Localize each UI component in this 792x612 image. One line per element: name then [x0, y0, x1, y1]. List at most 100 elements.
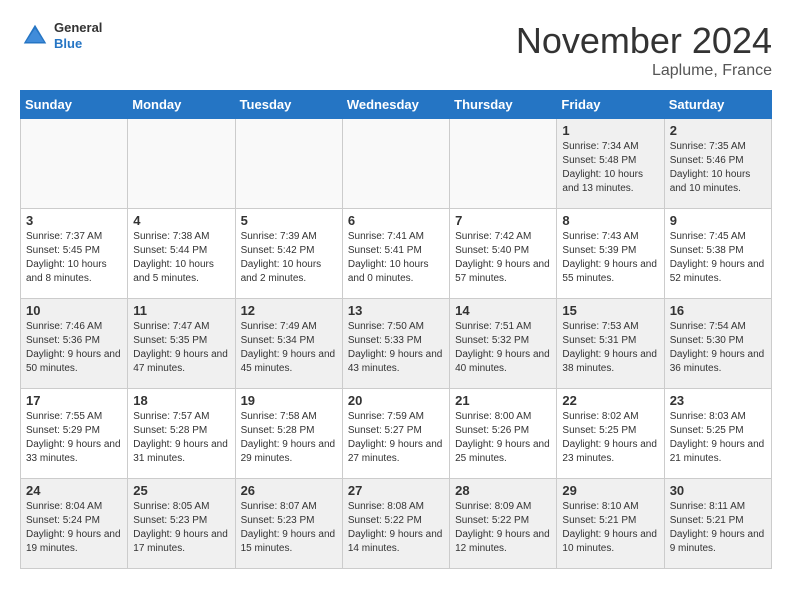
week-row-3: 10 Sunrise: 7:46 AMSunset: 5:36 PMDayligh…	[21, 299, 772, 389]
day-number: 10	[26, 303, 122, 318]
day-info: Sunrise: 8:03 AMSunset: 5:25 PMDaylight:…	[670, 410, 766, 466]
day-info: Sunrise: 7:51 AMSunset: 5:32 PMDaylight:…	[455, 320, 551, 376]
calendar-table: SundayMondayTuesdayWednesdayThursdayFrid…	[20, 90, 772, 569]
logo-blue: Blue	[54, 36, 102, 52]
col-header-saturday: Saturday	[664, 91, 771, 119]
calendar-cell: 18Sunrise: 7:57 AMSunset: 5:28 PMDayligh…	[128, 389, 235, 479]
day-info: Sunrise: 7:46 AMSunset: 5:36 PMDaylight:…	[26, 320, 122, 376]
week-row-4: 17Sunrise: 7:55 AMSunset: 5:29 PMDayligh…	[21, 389, 772, 479]
day-number: 3	[26, 213, 122, 228]
day-number: 7	[455, 213, 551, 228]
week-row-1: 1Sunrise: 7:34 AMSunset: 5:48 PMDaylight…	[21, 119, 772, 209]
calendar-cell	[342, 119, 449, 209]
calendar-cell: 5 Sunrise: 7:39 AMSunset: 5:42 PMDaylight…	[235, 209, 342, 299]
calendar-cell	[21, 119, 128, 209]
day-number: 25	[133, 483, 229, 498]
day-number: 5	[241, 213, 337, 228]
day-number: 21	[455, 393, 551, 408]
col-header-wednesday: Wednesday	[342, 91, 449, 119]
day-number: 9	[670, 213, 766, 228]
day-info: Sunrise: 8:05 AMSunset: 5:23 PMDaylight:…	[133, 500, 229, 556]
logo-icon	[20, 21, 50, 51]
calendar-cell: 12Sunrise: 7:49 AMSunset: 5:34 PMDayligh…	[235, 299, 342, 389]
calendar-cell: 25 Sunrise: 8:05 AMSunset: 5:23 PMDayligh…	[128, 479, 235, 569]
calendar-cell: 11 Sunrise: 7:47 AMSunset: 5:35 PMDayligh…	[128, 299, 235, 389]
day-info: Sunrise: 7:37 AMSunset: 5:45 PMDaylight:…	[26, 230, 122, 286]
day-number: 16	[670, 303, 766, 318]
day-info: Sunrise: 8:10 AMSunset: 5:21 PMDaylight:…	[562, 500, 658, 556]
calendar-cell: 13 Sunrise: 7:50 AMSunset: 5:33 PMDayligh…	[342, 299, 449, 389]
day-info: Sunrise: 7:59 AMSunset: 5:27 PMDaylight:…	[348, 410, 444, 466]
calendar-cell: 9 Sunrise: 7:45 AMSunset: 5:38 PMDaylight…	[664, 209, 771, 299]
calendar-cell: 4 Sunrise: 7:38 AMSunset: 5:44 PMDaylight…	[128, 209, 235, 299]
day-info: Sunrise: 8:04 AMSunset: 5:24 PMDaylight:…	[26, 500, 122, 556]
day-info: Sunrise: 8:07 AMSunset: 5:23 PMDaylight:…	[241, 500, 337, 556]
day-info: Sunrise: 7:42 AMSunset: 5:40 PMDaylight:…	[455, 230, 551, 286]
col-header-tuesday: Tuesday	[235, 91, 342, 119]
calendar-cell	[235, 119, 342, 209]
calendar-cell: 7 Sunrise: 7:42 AMSunset: 5:40 PMDaylight…	[450, 209, 557, 299]
day-number: 19	[241, 393, 337, 408]
day-info: Sunrise: 7:39 AMSunset: 5:42 PMDaylight:…	[241, 230, 337, 286]
calendar-cell: 8 Sunrise: 7:43 AMSunset: 5:39 PMDaylight…	[557, 209, 664, 299]
calendar-cell: 2Sunrise: 7:35 AMSunset: 5:46 PMDaylight…	[664, 119, 771, 209]
day-info: Sunrise: 7:41 AMSunset: 5:41 PMDaylight:…	[348, 230, 444, 286]
col-header-sunday: Sunday	[21, 91, 128, 119]
calendar-cell: 19 Sunrise: 7:58 AMSunset: 5:28 PMDayligh…	[235, 389, 342, 479]
calendar-cell	[128, 119, 235, 209]
day-info: Sunrise: 8:11 AMSunset: 5:21 PMDaylight:…	[670, 500, 766, 556]
calendar-header-row: SundayMondayTuesdayWednesdayThursdayFrid…	[21, 91, 772, 119]
day-info: Sunrise: 8:02 AMSunset: 5:25 PMDaylight:…	[562, 410, 658, 466]
calendar-cell: 16 Sunrise: 7:54 AMSunset: 5:30 PMDayligh…	[664, 299, 771, 389]
calendar-cell: 1Sunrise: 7:34 AMSunset: 5:48 PMDaylight…	[557, 119, 664, 209]
day-number: 30	[670, 483, 766, 498]
day-info: Sunrise: 8:00 AMSunset: 5:26 PMDaylight:…	[455, 410, 551, 466]
day-info: Sunrise: 7:54 AMSunset: 5:30 PMDaylight:…	[670, 320, 766, 376]
week-row-5: 24 Sunrise: 8:04 AMSunset: 5:24 PMDayligh…	[21, 479, 772, 569]
day-number: 11	[133, 303, 229, 318]
day-info: Sunrise: 7:53 AMSunset: 5:31 PMDaylight:…	[562, 320, 658, 376]
day-info: Sunrise: 7:50 AMSunset: 5:33 PMDaylight:…	[348, 320, 444, 376]
calendar-cell: 21 Sunrise: 8:00 AMSunset: 5:26 PMDayligh…	[450, 389, 557, 479]
day-number: 8	[562, 213, 658, 228]
calendar-cell: 28Sunrise: 8:09 AMSunset: 5:22 PMDayligh…	[450, 479, 557, 569]
calendar-cell: 24 Sunrise: 8:04 AMSunset: 5:24 PMDayligh…	[21, 479, 128, 569]
day-number: 18	[133, 393, 229, 408]
day-number: 29	[562, 483, 658, 498]
calendar-cell: 10 Sunrise: 7:46 AMSunset: 5:36 PMDayligh…	[21, 299, 128, 389]
day-number: 14	[455, 303, 551, 318]
calendar-cell: 30 Sunrise: 8:11 AMSunset: 5:21 PMDayligh…	[664, 479, 771, 569]
day-number: 12	[241, 303, 337, 318]
day-info: Sunrise: 7:58 AMSunset: 5:28 PMDaylight:…	[241, 410, 337, 466]
day-number: 15	[562, 303, 658, 318]
calendar-cell: 29 Sunrise: 8:10 AMSunset: 5:21 PMDayligh…	[557, 479, 664, 569]
day-info: Sunrise: 7:55 AMSunset: 5:29 PMDaylight:…	[26, 410, 122, 466]
day-info: Sunrise: 7:45 AMSunset: 5:38 PMDaylight:…	[670, 230, 766, 286]
logo: General Blue	[20, 20, 102, 51]
day-info: Sunrise: 7:47 AMSunset: 5:35 PMDaylight:…	[133, 320, 229, 376]
day-info: Sunrise: 7:38 AMSunset: 5:44 PMDaylight:…	[133, 230, 229, 286]
day-info: Sunrise: 7:43 AMSunset: 5:39 PMDaylight:…	[562, 230, 658, 286]
day-number: 24	[26, 483, 122, 498]
week-row-2: 3 Sunrise: 7:37 AMSunset: 5:45 PMDaylight…	[21, 209, 772, 299]
calendar-cell: 17Sunrise: 7:55 AMSunset: 5:29 PMDayligh…	[21, 389, 128, 479]
calendar-cell: 22Sunrise: 8:02 AMSunset: 5:25 PMDayligh…	[557, 389, 664, 479]
page-header: General Blue November 2024 Laplume, Fran…	[20, 20, 772, 80]
calendar-cell: 15 Sunrise: 7:53 AMSunset: 5:31 PMDayligh…	[557, 299, 664, 389]
calendar-cell: 14 Sunrise: 7:51 AMSunset: 5:32 PMDayligh…	[450, 299, 557, 389]
calendar-cell: 6Sunrise: 7:41 AMSunset: 5:41 PMDaylight…	[342, 209, 449, 299]
day-number: 4	[133, 213, 229, 228]
day-number: 26	[241, 483, 337, 498]
day-number: 20	[348, 393, 444, 408]
calendar-cell: 20 Sunrise: 7:59 AMSunset: 5:27 PMDayligh…	[342, 389, 449, 479]
day-info: Sunrise: 8:08 AMSunset: 5:22 PMDaylight:…	[348, 500, 444, 556]
col-header-monday: Monday	[128, 91, 235, 119]
day-number: 27	[348, 483, 444, 498]
day-number: 13	[348, 303, 444, 318]
logo-general: General	[54, 20, 102, 36]
calendar-cell	[450, 119, 557, 209]
day-number: 2	[670, 123, 766, 138]
calendar-cell: 27 Sunrise: 8:08 AMSunset: 5:22 PMDayligh…	[342, 479, 449, 569]
location: Laplume, France	[516, 62, 772, 80]
day-info: Sunrise: 8:09 AMSunset: 5:22 PMDaylight:…	[455, 500, 551, 556]
